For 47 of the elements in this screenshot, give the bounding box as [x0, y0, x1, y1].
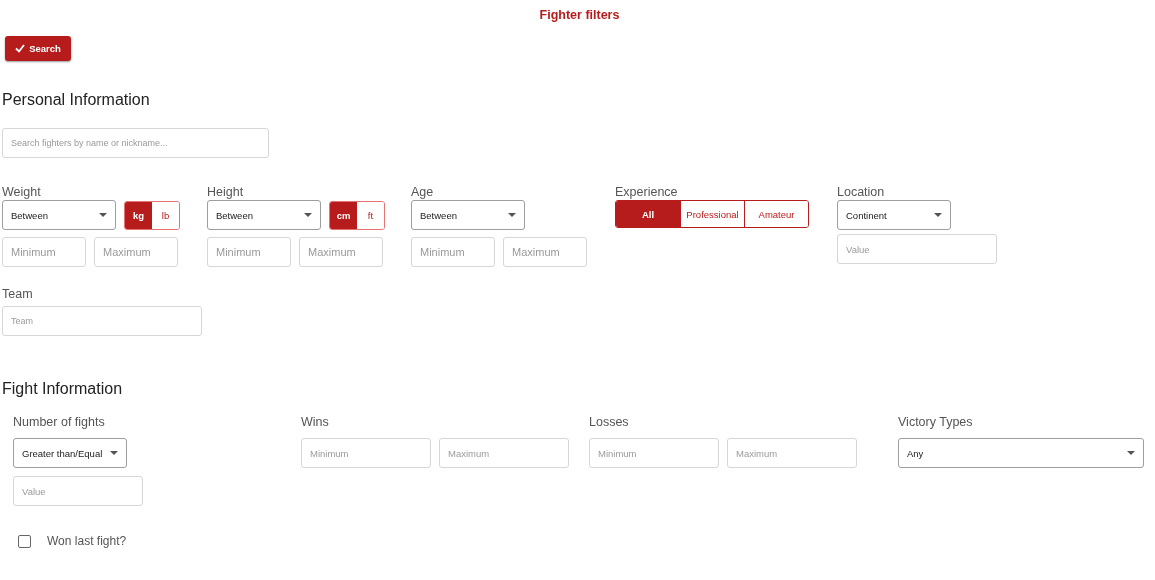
page-title: Fighter filters — [538, 7, 621, 22]
search-button[interactable]: Search — [5, 36, 71, 61]
maximum-field[interactable]: Maximum — [299, 237, 383, 267]
filter-label: Height — [207, 185, 245, 200]
filter-label: Experience — [615, 185, 679, 200]
caret-icon — [99, 213, 107, 217]
dropdown[interactable]: Between — [411, 200, 525, 230]
maximum-field[interactable]: Maximum — [503, 237, 587, 267]
experience-option[interactable]: All — [616, 201, 680, 227]
value-field[interactable]: Value — [13, 476, 143, 506]
caret-icon — [934, 213, 942, 217]
value-field[interactable]: Value — [837, 234, 997, 264]
section-heading: Personal Information — [2, 90, 150, 110]
filter-label: Wins — [301, 415, 330, 430]
dropdown[interactable]: Continent — [837, 200, 951, 230]
maximum-field[interactable]: Maximum — [727, 438, 857, 468]
caret-icon — [304, 213, 312, 217]
caret-icon — [508, 213, 516, 217]
minimum-field[interactable]: Minimum — [207, 237, 291, 267]
minimum-field[interactable]: Minimum — [589, 438, 719, 468]
minimum-field[interactable]: Minimum — [301, 438, 431, 468]
checkmark-icon — [15, 44, 26, 53]
filter-label: Team — [2, 287, 33, 302]
dropdown[interactable]: Between — [207, 200, 321, 230]
team-field[interactable]: Team — [2, 306, 202, 336]
checkbox[interactable] — [18, 535, 31, 548]
minimum-field[interactable]: Minimum — [2, 237, 86, 267]
maximum-field[interactable]: Maximum — [94, 237, 178, 267]
caret-icon — [110, 451, 118, 455]
section-heading: Fight Information — [2, 379, 123, 399]
search-field[interactable]: Search fighters by name or nickname... — [2, 128, 269, 158]
dropdown[interactable]: Any — [898, 438, 1144, 468]
experience-option[interactable]: Amateur — [744, 201, 808, 227]
filter-label: Weight — [2, 185, 42, 200]
filter-label: Number of fights — [13, 415, 106, 430]
dropdown[interactable]: Greater than/Equal — [13, 438, 127, 468]
minimum-field[interactable]: Minimum — [411, 237, 495, 267]
dropdown[interactable]: Between — [2, 200, 116, 230]
filter-label: Age — [411, 185, 435, 200]
maximum-field[interactable]: Maximum — [439, 438, 569, 468]
unit-toggle[interactable]: cm — [330, 201, 357, 229]
filter-label: Victory Types — [898, 415, 974, 430]
filter-label: Losses — [589, 415, 630, 430]
caret-icon — [1127, 451, 1135, 455]
unit-toggle[interactable]: kg — [125, 201, 152, 229]
checkbox-label: Won last fight? — [47, 534, 127, 549]
filter-label: Location — [837, 185, 886, 200]
